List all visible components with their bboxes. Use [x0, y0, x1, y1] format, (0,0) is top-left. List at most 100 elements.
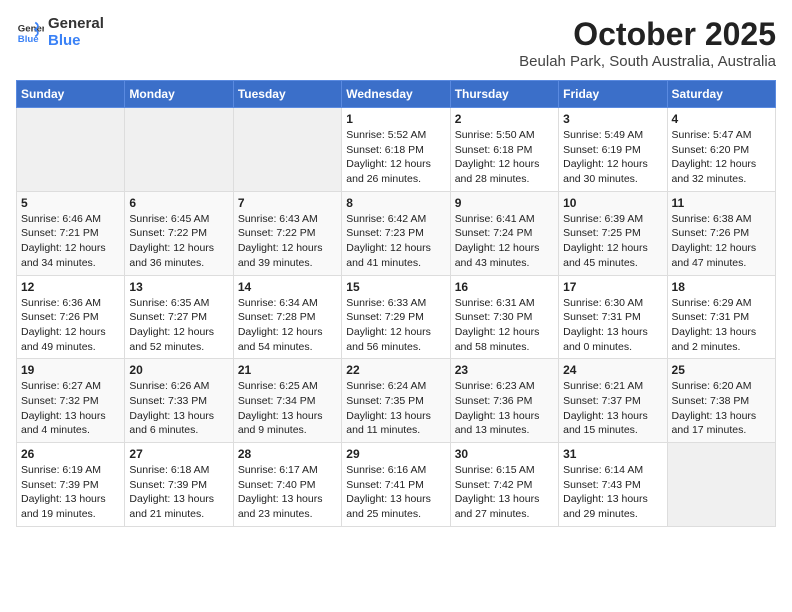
day-cell: 14 Sunrise: 6:34 AM Sunset: 7:28 PM Dayli…	[233, 275, 341, 359]
day-content: Sunrise: 6:41 AM Sunset: 7:24 PM Dayligh…	[455, 212, 554, 271]
page-header: General Blue General Blue October 2025 B…	[16, 16, 776, 70]
day-number: 4	[672, 112, 771, 126]
day-number: 10	[563, 196, 662, 210]
day-number: 21	[238, 363, 337, 377]
day-content: Sunrise: 6:26 AM Sunset: 7:33 PM Dayligh…	[129, 379, 228, 438]
day-cell	[125, 108, 233, 192]
day-content: Sunrise: 6:16 AM Sunset: 7:41 PM Dayligh…	[346, 463, 445, 522]
day-number: 28	[238, 447, 337, 461]
day-content: Sunrise: 6:27 AM Sunset: 7:32 PM Dayligh…	[21, 379, 120, 438]
logo-text: General Blue	[48, 16, 104, 49]
week-row-2: 5Sunrise: 6:46 AM Sunset: 7:21 PM Daylig…	[17, 191, 776, 275]
day-number: 11	[672, 196, 771, 210]
day-cell: 24 Sunrise: 6:21 AM Sunset: 7:37 PM Dayli…	[559, 359, 667, 443]
day-number: 15	[346, 280, 445, 294]
day-content: Sunrise: 6:36 AM Sunset: 7:26 PM Dayligh…	[21, 296, 120, 355]
day-cell: 11 Sunrise: 6:38 AM Sunset: 7:26 PM Dayli…	[667, 191, 775, 275]
day-number: 31	[563, 447, 662, 461]
day-number: 24	[563, 363, 662, 377]
day-content: Sunrise: 6:17 AM Sunset: 7:40 PM Dayligh…	[238, 463, 337, 522]
day-number: 19	[21, 363, 120, 377]
day-content: Sunrise: 6:33 AM Sunset: 7:29 PM Dayligh…	[346, 296, 445, 355]
day-cell: 16 Sunrise: 6:31 AM Sunset: 7:30 PM Dayli…	[450, 275, 558, 359]
day-cell: 30 Sunrise: 6:15 AM Sunset: 7:42 PM Dayli…	[450, 443, 558, 527]
day-content: Sunrise: 6:19 AM Sunset: 7:39 PM Dayligh…	[21, 463, 120, 522]
logo: General Blue General Blue	[16, 16, 104, 49]
week-row-3: 12Sunrise: 6:36 AM Sunset: 7:26 PM Dayli…	[17, 275, 776, 359]
day-cell: 19 Sunrise: 6:27 AM Sunset: 7:32 PM Dayli…	[17, 359, 125, 443]
day-number: 18	[672, 280, 771, 294]
day-header-saturday: Saturday	[667, 81, 775, 108]
day-cell: 18 Sunrise: 6:29 AM Sunset: 7:31 PM Dayli…	[667, 275, 775, 359]
day-content: Sunrise: 6:25 AM Sunset: 7:34 PM Dayligh…	[238, 379, 337, 438]
day-number: 6	[129, 196, 228, 210]
day-number: 1	[346, 112, 445, 126]
calendar-table: SundayMondayTuesdayWednesdayThursdayFrid…	[16, 80, 776, 527]
day-number: 16	[455, 280, 554, 294]
day-content: Sunrise: 6:43 AM Sunset: 7:22 PM Dayligh…	[238, 212, 337, 271]
day-cell: 10Sunrise: 6:39 AM Sunset: 7:25 PM Dayli…	[559, 191, 667, 275]
day-cell: 3 Sunrise: 5:49 AM Sunset: 6:19 PM Daylig…	[559, 108, 667, 192]
day-content: Sunrise: 6:42 AM Sunset: 7:23 PM Dayligh…	[346, 212, 445, 271]
day-number: 25	[672, 363, 771, 377]
day-cell: 1 Sunrise: 5:52 AM Sunset: 6:18 PM Daylig…	[342, 108, 450, 192]
day-cell: 7 Sunrise: 6:43 AM Sunset: 7:22 PM Daylig…	[233, 191, 341, 275]
day-cell: 12Sunrise: 6:36 AM Sunset: 7:26 PM Dayli…	[17, 275, 125, 359]
day-content: Sunrise: 5:50 AM Sunset: 6:18 PM Dayligh…	[455, 128, 554, 187]
day-content: Sunrise: 6:31 AM Sunset: 7:30 PM Dayligh…	[455, 296, 554, 355]
day-number: 3	[563, 112, 662, 126]
day-cell: 5Sunrise: 6:46 AM Sunset: 7:21 PM Daylig…	[17, 191, 125, 275]
day-content: Sunrise: 6:35 AM Sunset: 7:27 PM Dayligh…	[129, 296, 228, 355]
day-content: Sunrise: 6:18 AM Sunset: 7:39 PM Dayligh…	[129, 463, 228, 522]
day-content: Sunrise: 6:14 AM Sunset: 7:43 PM Dayligh…	[563, 463, 662, 522]
week-row-4: 19 Sunrise: 6:27 AM Sunset: 7:32 PM Dayli…	[17, 359, 776, 443]
day-cell: 23 Sunrise: 6:23 AM Sunset: 7:36 PM Dayli…	[450, 359, 558, 443]
day-number: 17	[563, 280, 662, 294]
day-cell: 21 Sunrise: 6:25 AM Sunset: 7:34 PM Dayli…	[233, 359, 341, 443]
day-number: 27	[129, 447, 228, 461]
day-number: 9	[455, 196, 554, 210]
logo-icon: General Blue	[16, 19, 44, 47]
day-content: Sunrise: 5:49 AM Sunset: 6:19 PM Dayligh…	[563, 128, 662, 187]
day-content: Sunrise: 6:21 AM Sunset: 7:37 PM Dayligh…	[563, 379, 662, 438]
day-content: Sunrise: 6:15 AM Sunset: 7:42 PM Dayligh…	[455, 463, 554, 522]
day-cell: 26 Sunrise: 6:19 AM Sunset: 7:39 PM Dayli…	[17, 443, 125, 527]
day-cell: 8Sunrise: 6:42 AM Sunset: 7:23 PM Daylig…	[342, 191, 450, 275]
logo-line1: General	[48, 16, 104, 33]
day-header-tuesday: Tuesday	[233, 81, 341, 108]
day-cell: 25Sunrise: 6:20 AM Sunset: 7:38 PM Dayli…	[667, 359, 775, 443]
day-cell	[17, 108, 125, 192]
day-number: 7	[238, 196, 337, 210]
day-number: 14	[238, 280, 337, 294]
day-cell: 22Sunrise: 6:24 AM Sunset: 7:35 PM Dayli…	[342, 359, 450, 443]
page-subtitle: Beulah Park, South Australia, Australia	[519, 53, 776, 70]
day-cell: 27 Sunrise: 6:18 AM Sunset: 7:39 PM Dayli…	[125, 443, 233, 527]
week-row-5: 26 Sunrise: 6:19 AM Sunset: 7:39 PM Dayli…	[17, 443, 776, 527]
day-header-row: SundayMondayTuesdayWednesdayThursdayFrid…	[17, 81, 776, 108]
day-content: Sunrise: 5:52 AM Sunset: 6:18 PM Dayligh…	[346, 128, 445, 187]
day-cell: 13Sunrise: 6:35 AM Sunset: 7:27 PM Dayli…	[125, 275, 233, 359]
day-cell: 17Sunrise: 6:30 AM Sunset: 7:31 PM Dayli…	[559, 275, 667, 359]
day-number: 26	[21, 447, 120, 461]
day-cell: 9 Sunrise: 6:41 AM Sunset: 7:24 PM Daylig…	[450, 191, 558, 275]
day-content: Sunrise: 6:29 AM Sunset: 7:31 PM Dayligh…	[672, 296, 771, 355]
day-content: Sunrise: 6:38 AM Sunset: 7:26 PM Dayligh…	[672, 212, 771, 271]
day-content: Sunrise: 6:24 AM Sunset: 7:35 PM Dayligh…	[346, 379, 445, 438]
day-content: Sunrise: 6:34 AM Sunset: 7:28 PM Dayligh…	[238, 296, 337, 355]
day-cell: 4Sunrise: 5:47 AM Sunset: 6:20 PM Daylig…	[667, 108, 775, 192]
day-cell: 20Sunrise: 6:26 AM Sunset: 7:33 PM Dayli…	[125, 359, 233, 443]
day-number: 2	[455, 112, 554, 126]
day-cell: 28 Sunrise: 6:17 AM Sunset: 7:40 PM Dayli…	[233, 443, 341, 527]
day-header-wednesday: Wednesday	[342, 81, 450, 108]
day-header-thursday: Thursday	[450, 81, 558, 108]
day-number: 30	[455, 447, 554, 461]
day-cell: 2 Sunrise: 5:50 AM Sunset: 6:18 PM Daylig…	[450, 108, 558, 192]
day-number: 5	[21, 196, 120, 210]
page-title: October 2025	[519, 16, 776, 53]
logo-line2: Blue	[48, 33, 104, 50]
day-cell: 6Sunrise: 6:45 AM Sunset: 7:22 PM Daylig…	[125, 191, 233, 275]
day-number: 23	[455, 363, 554, 377]
day-content: Sunrise: 6:23 AM Sunset: 7:36 PM Dayligh…	[455, 379, 554, 438]
title-block: October 2025 Beulah Park, South Australi…	[519, 16, 776, 70]
day-cell: 31 Sunrise: 6:14 AM Sunset: 7:43 PM Dayli…	[559, 443, 667, 527]
